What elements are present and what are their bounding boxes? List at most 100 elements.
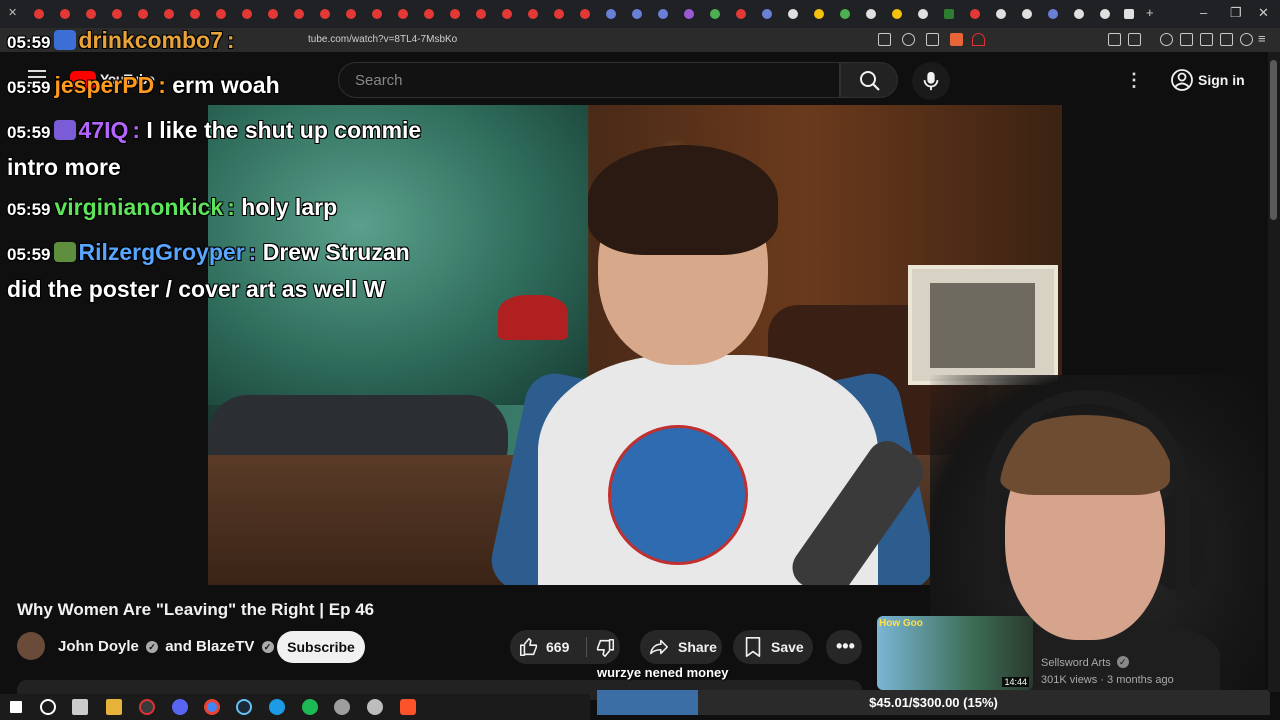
brave-icon[interactable] [400, 699, 416, 715]
tab-favicon-icon[interactable] [476, 9, 486, 19]
cast-icon[interactable] [878, 33, 891, 46]
tab-favicon-icon[interactable] [918, 9, 928, 19]
task-view-icon[interactable] [72, 699, 88, 715]
minimize-icon[interactable]: – [1200, 5, 1207, 20]
tab-favicon-icon[interactable] [866, 9, 876, 19]
tab-favicon-icon[interactable] [996, 9, 1006, 19]
edge-icon[interactable] [269, 699, 285, 715]
app-icon[interactable] [334, 699, 350, 715]
vpn-icon[interactable] [1240, 33, 1253, 46]
tab-favicon-icon[interactable] [840, 9, 850, 19]
like-dislike-group: 669 [510, 630, 620, 664]
chat-timestamp: 05:59 [7, 123, 51, 142]
chat-message: 05:59 RilzergGroyper: Drew Struzan did th… [7, 239, 410, 302]
tab-favicon-icon[interactable] [1048, 9, 1058, 19]
tab-favicon-icon[interactable] [710, 9, 720, 19]
dislike-icon[interactable] [594, 637, 616, 659]
more-vert-icon[interactable]: ⋮ [1124, 68, 1144, 92]
tab-favicon-icon[interactable] [944, 9, 954, 19]
channel-name-primary[interactable]: John Doyle [58, 638, 139, 655]
video-host [486, 135, 940, 585]
tab-favicon-icon[interactable] [580, 9, 590, 19]
channel-names[interactable]: John Doyle ✓ and BlazeTV ✓ [58, 638, 277, 655]
verified-icon: ✓ [1116, 656, 1129, 668]
tab-favicon-icon[interactable] [554, 9, 564, 19]
discord-icon[interactable] [172, 699, 188, 715]
new-tab-icon[interactable]: + [1146, 5, 1154, 20]
search-button[interactable] [840, 62, 898, 98]
spotify-icon[interactable] [302, 699, 318, 715]
tab-favicon-icon[interactable] [606, 9, 616, 19]
browser-menu-icon[interactable]: ≡ [1258, 31, 1266, 46]
extension-icon[interactable] [1128, 33, 1141, 46]
verified-icon: ✓ [261, 641, 274, 653]
channel-connector: and [165, 638, 192, 655]
extensions-icon[interactable] [1108, 33, 1121, 46]
scroll-thumb[interactable] [1270, 60, 1277, 220]
zoom-icon[interactable] [902, 33, 915, 46]
tab-favicon-icon[interactable] [970, 9, 980, 19]
chat-username: virginianonkick [54, 194, 224, 220]
headset-icon [985, 390, 1190, 600]
tab-favicon-icon[interactable] [788, 9, 798, 19]
search-taskbar-icon[interactable] [40, 699, 56, 715]
sign-in-button[interactable]: Sign in [1160, 64, 1256, 96]
leo-icon[interactable] [1220, 33, 1233, 46]
video-duration: 14:44 [1002, 677, 1029, 687]
close-window-icon[interactable]: ✕ [1258, 5, 1269, 21]
sidebar-icon[interactable] [1180, 33, 1193, 46]
app-icon[interactable] [367, 699, 383, 715]
rewards-icon[interactable] [972, 33, 985, 46]
obs-icon[interactable] [139, 699, 155, 715]
recommended-channel[interactable]: Sellsword Arts ✓ [1041, 656, 1132, 669]
chat-text: erm woah [172, 72, 280, 98]
steam-icon[interactable] [236, 699, 252, 715]
tab-favicon-icon[interactable] [502, 9, 512, 19]
tab-favicon-icon[interactable] [892, 9, 902, 19]
more-actions-button[interactable]: ••• [826, 630, 862, 664]
tab-favicon-icon[interactable] [684, 9, 694, 19]
tab-favicon-icon[interactable] [1074, 9, 1084, 19]
chat-username: jesperPD [54, 72, 155, 98]
recommended-thumbnail[interactable]: How Goo 14:44 [877, 616, 1033, 690]
tab-favicon-icon[interactable] [658, 9, 668, 19]
tab-favicon-icon[interactable] [450, 9, 460, 19]
restore-icon[interactable]: ❐ [1230, 5, 1242, 21]
start-icon[interactable] [10, 701, 22, 713]
chrome-icon[interactable] [204, 699, 220, 715]
chat-username: RilzergGroyper [78, 239, 245, 265]
chat-username: 47IQ [78, 117, 129, 143]
scrollbar[interactable] [1268, 52, 1280, 692]
channel-name-secondary[interactable]: BlazeTV [196, 638, 254, 655]
subscribe-button[interactable]: Subscribe [277, 631, 365, 663]
voice-search-button[interactable] [912, 62, 950, 100]
save-label: Save [771, 639, 804, 655]
chat-badge-icon [54, 30, 77, 50]
chat-text: holy larp [241, 194, 338, 220]
screen: ✕ + – ❐ ✕ tube.com/watch?v=8TL4-7MsbKo ≡… [0, 0, 1280, 720]
file-explorer-icon[interactable] [106, 699, 122, 715]
wallet-icon[interactable] [1200, 33, 1213, 46]
brave-shields-icon[interactable] [950, 33, 963, 46]
media-icon[interactable] [1160, 33, 1173, 46]
tab-favicon-icon[interactable] [1022, 9, 1032, 19]
share-page-icon[interactable] [926, 33, 939, 46]
tab-favicon-icon[interactable] [814, 9, 824, 19]
avatar[interactable] [17, 632, 45, 660]
recommended-meta: 301K views · 3 months ago [1041, 674, 1174, 686]
taskbar [0, 694, 590, 720]
share-button[interactable]: Share [640, 630, 722, 664]
tab-favicon-icon[interactable] [1100, 9, 1110, 19]
tab-favicon-icon[interactable] [632, 9, 642, 19]
tab-favicon-icon[interactable] [1124, 9, 1134, 19]
tab-favicon-icon[interactable] [528, 9, 538, 19]
mic-icon [923, 71, 939, 91]
tab-favicon-icon[interactable] [762, 9, 772, 19]
tab-favicon-icon[interactable] [736, 9, 746, 19]
save-button[interactable]: Save [733, 630, 813, 664]
space-force-logo [608, 425, 748, 565]
chat-message: 05:59 47IQ: I like the shut up commie int… [7, 117, 422, 180]
like-count: 669 [546, 639, 570, 655]
chat-message: 05:59 drinkcombo7: [7, 27, 235, 53]
like-icon[interactable] [518, 636, 540, 658]
